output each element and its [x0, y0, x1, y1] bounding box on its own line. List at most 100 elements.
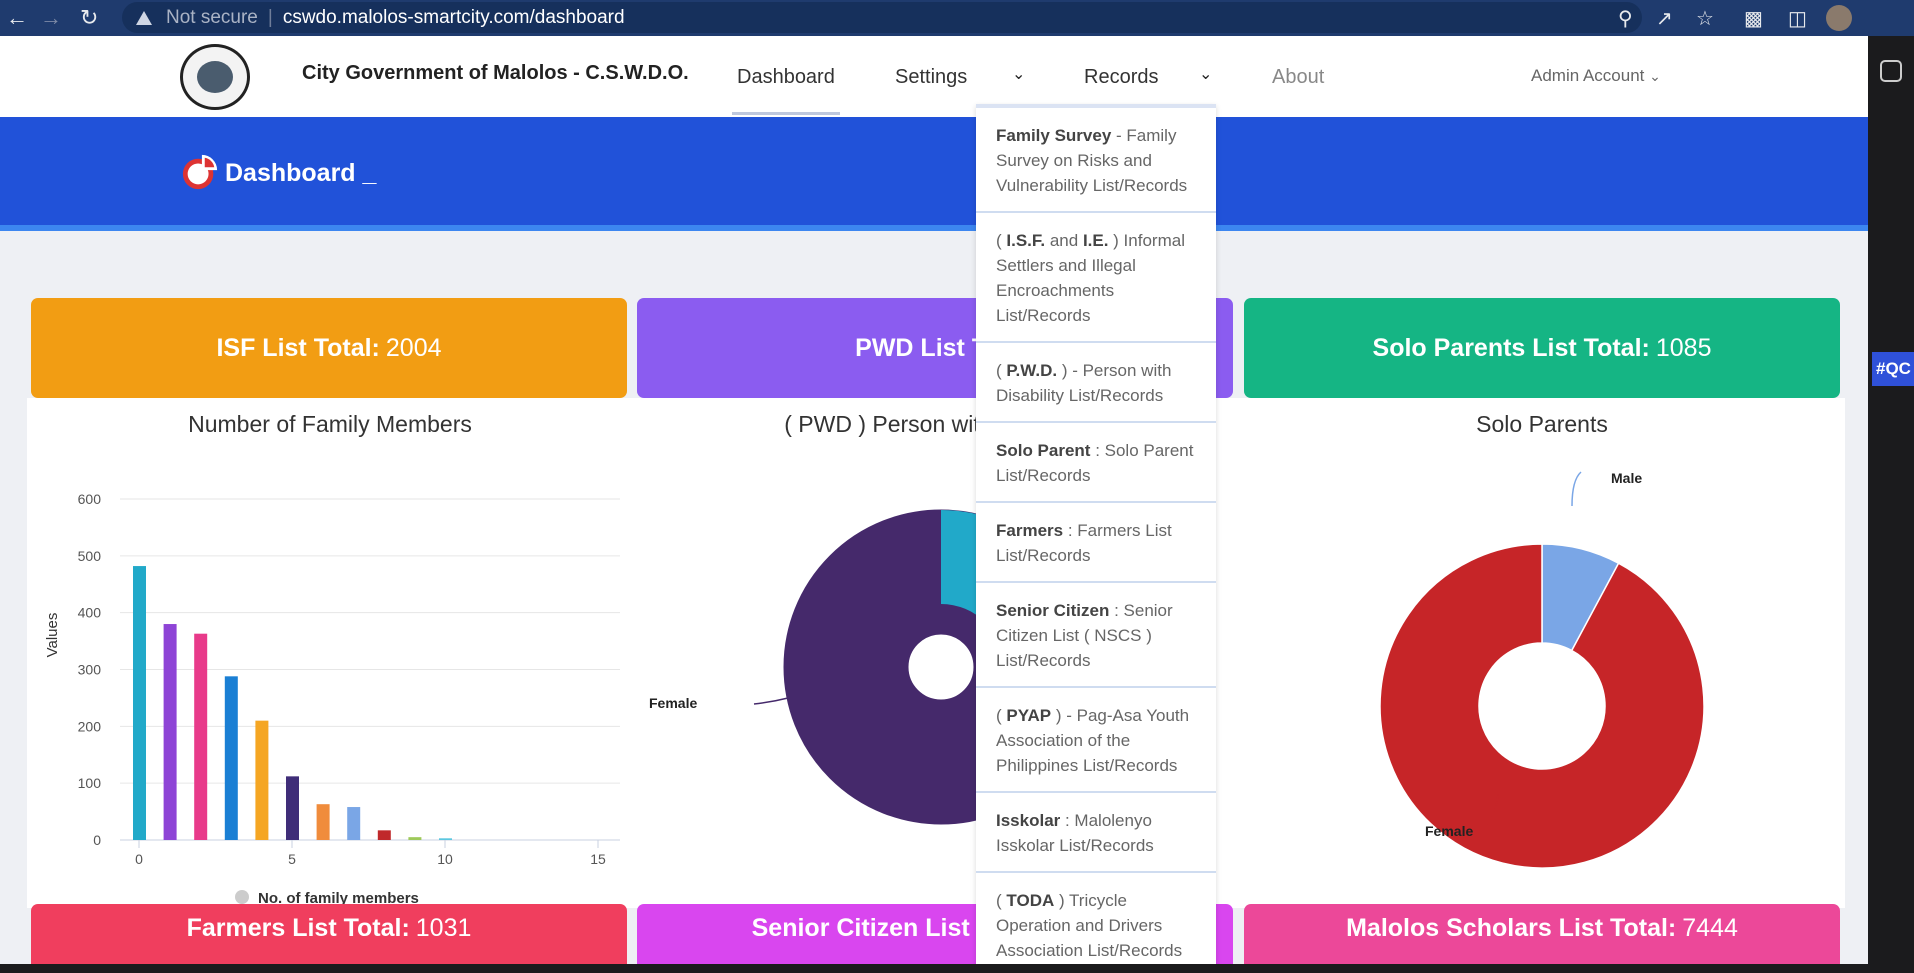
sidepanel-icon[interactable]: ◫: [1788, 6, 1807, 30]
nav-about[interactable]: About: [1272, 66, 1324, 89]
records-menu-item[interactable]: Isskolar : Malolenyo Isskolar List/Recor…: [976, 793, 1216, 873]
bar[interactable]: [439, 838, 452, 840]
page-title: Dashboard _: [225, 159, 377, 187]
share-icon[interactable]: ↗: [1656, 6, 1673, 30]
admin-account-menu[interactable]: Admin Account ⌄: [1531, 66, 1661, 86]
card-value: 7444: [1682, 914, 1738, 942]
extension-icon[interactable]: [1880, 60, 1902, 82]
brand-title[interactable]: City Government of Malolos - C.S.W.D.O.: [302, 62, 689, 85]
side-strip: #QC: [1868, 36, 1914, 973]
bar[interactable]: [408, 837, 422, 840]
card-label: Solo Parents List Total:: [1372, 333, 1650, 362]
bar[interactable]: [316, 804, 330, 840]
chart-title: Solo Parents: [1476, 411, 1608, 437]
chart-title: ( PWD ) Person wit: [784, 411, 980, 437]
menu-item-key: P.W.D.: [1006, 361, 1058, 380]
key-icon[interactable]: ⚲: [1618, 6, 1633, 30]
menu-item-key: Senior Citizen: [996, 601, 1110, 620]
card-value: 1085: [1655, 333, 1712, 362]
menu-item-text: (: [996, 231, 1007, 250]
farmers-total-card[interactable]: Farmers List Total: 1031: [31, 904, 627, 973]
card-value: 2004: [385, 333, 442, 362]
city-seal-logo[interactable]: [180, 44, 250, 110]
navbar: City Government of Malolos - C.S.W.D.O. …: [0, 36, 1868, 117]
records-dropdown-menu: Family Survey - Family Survey on Risks a…: [976, 104, 1216, 973]
bar[interactable]: [286, 776, 299, 840]
card-value: 1031: [415, 914, 472, 942]
isf-total-card[interactable]: ISF List Total: 2004: [31, 298, 627, 398]
chart-title: Number of Family Members: [188, 411, 472, 437]
dashboard-header: Dashboard _: [0, 117, 1868, 231]
nav-dashboard[interactable]: Dashboard: [732, 66, 840, 115]
bar[interactable]: [347, 807, 361, 840]
bar[interactable]: [194, 633, 208, 840]
y-tick-label: 300: [78, 662, 102, 678]
records-menu-item[interactable]: Farmers : Farmers List List/Records: [976, 503, 1216, 583]
pie-label-female: Female: [1425, 823, 1473, 839]
records-menu-item[interactable]: ( I.S.F. and I.E. ) Informal Settlers an…: [976, 213, 1216, 343]
menu-item-key: Isskolar: [996, 811, 1061, 830]
x-tick-label: 10: [437, 851, 453, 867]
solo-parents-total-card[interactable]: Solo Parents List Total: 1085: [1244, 298, 1840, 398]
menu-item-key: TODA: [1006, 891, 1055, 910]
bar[interactable]: [224, 676, 238, 840]
pie-label-female: Female: [649, 695, 697, 711]
scholars-total-card[interactable]: Malolos Scholars List Total: 7444: [1244, 904, 1840, 973]
admin-label: Admin Account: [1531, 66, 1645, 85]
pie-chart-icon: [182, 154, 218, 190]
menu-item-key: I.S.F.: [1006, 231, 1046, 250]
back-icon[interactable]: ←: [6, 0, 28, 36]
forward-icon[interactable]: →: [40, 0, 62, 36]
label-connector: [1571, 471, 1582, 507]
menu-item-key: PYAP: [1006, 706, 1052, 725]
qc-tag[interactable]: #QC: [1872, 352, 1914, 386]
taskbar-edge: [0, 964, 1868, 973]
menu-item-key: I.E.: [1082, 231, 1109, 250]
url-text[interactable]: cswdo.malolos-smartcity.com/dashboard: [283, 7, 625, 29]
url-separator: |: [267, 6, 273, 28]
records-menu-item[interactable]: ( PYAP ) - Pag-Asa Youth Association of …: [976, 688, 1216, 793]
y-tick-label: 100: [78, 775, 102, 791]
menu-item-text: and: [1045, 231, 1083, 250]
browser-toolbar: ← → ↻ Not secure | cswdo.malolos-smartci…: [0, 0, 1914, 36]
y-tick-label: 200: [78, 718, 102, 734]
extensions-icon[interactable]: ▩: [1744, 6, 1763, 30]
bar[interactable]: [377, 830, 391, 840]
chevron-down-icon[interactable]: ⌄: [1012, 64, 1025, 84]
records-menu-item[interactable]: ( TODA ) Tricycle Operation and Drivers …: [976, 873, 1216, 973]
bar[interactable]: [255, 720, 269, 840]
records-menu-item[interactable]: ( P.W.D. ) - Person with Disability List…: [976, 343, 1216, 423]
card-label: ISF List Total:: [216, 333, 380, 362]
reload-icon[interactable]: ↻: [80, 0, 98, 36]
menu-item-text: (: [996, 891, 1007, 910]
chart-slices: [1379, 543, 1705, 869]
card-label: Farmers List Total:: [186, 914, 410, 942]
records-menu-item[interactable]: Family Survey - Family Survey on Risks a…: [976, 108, 1216, 213]
menu-item-text: (: [996, 361, 1007, 380]
x-tick-label: 0: [135, 851, 143, 867]
menu-item-text: (: [996, 706, 1007, 725]
menu-item-key: Farmers: [996, 521, 1064, 540]
chevron-down-icon[interactable]: ⌄: [1199, 64, 1212, 84]
bar[interactable]: [163, 624, 177, 840]
not-secure-label: Not secure: [166, 6, 258, 28]
chevron-down-icon: ⌄: [1649, 68, 1661, 84]
page: City Government of Malolos - C.S.W.D.O. …: [0, 36, 1868, 973]
family-members-chart: Number of Family Members 010020030040050…: [44, 411, 620, 907]
x-tick-label: 5: [288, 851, 296, 867]
nav-settings[interactable]: Settings: [895, 66, 967, 89]
nav-records[interactable]: Records: [1084, 66, 1158, 89]
records-menu-item[interactable]: Solo Parent : Solo Parent List/Records: [976, 423, 1216, 503]
label-connector: [753, 697, 789, 705]
chart-bars: [133, 566, 452, 840]
y-tick-label: 0: [93, 832, 101, 848]
address-bar[interactable]: Not secure | cswdo.malolos-smartcity.com…: [122, 2, 1642, 33]
pie-slice-female[interactable]: [1379, 543, 1705, 869]
warning-icon: [136, 10, 152, 25]
star-icon[interactable]: ☆: [1696, 6, 1714, 30]
records-menu-item[interactable]: Senior Citizen : Senior Citizen List ( N…: [976, 583, 1216, 688]
profile-avatar[interactable]: [1826, 5, 1852, 31]
y-axis-label: Values: [44, 613, 61, 658]
x-tick-label: 15: [590, 851, 606, 867]
bar[interactable]: [133, 566, 146, 840]
